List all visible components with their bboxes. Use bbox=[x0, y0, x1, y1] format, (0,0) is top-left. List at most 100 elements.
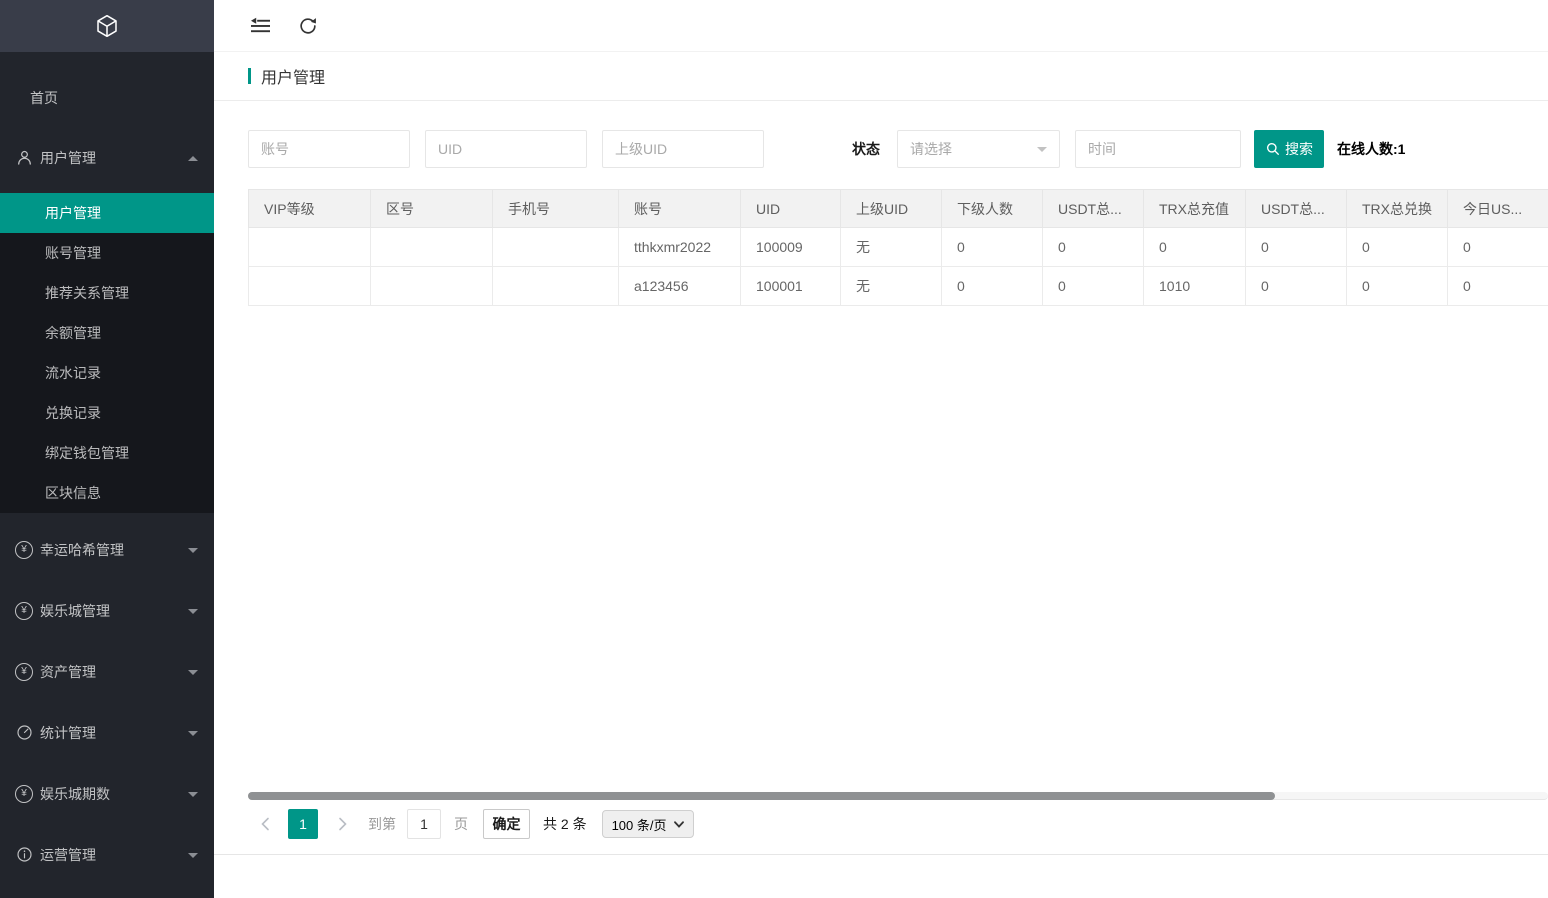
topbar bbox=[214, 0, 1548, 52]
time-input[interactable] bbox=[1075, 130, 1241, 168]
horizontal-scrollbar bbox=[248, 792, 1548, 800]
submenu-item-user-management[interactable]: 用户管理 bbox=[0, 193, 214, 233]
account-input[interactable] bbox=[248, 130, 410, 168]
sidebar-item-operations-management[interactable]: 运营管理 bbox=[0, 832, 214, 877]
cell-uid: 100001 bbox=[741, 267, 841, 306]
cell-account: a123456 bbox=[619, 267, 741, 306]
cell-account: tthkxmr2022 bbox=[619, 228, 741, 267]
total-count-label: 共 2 条 bbox=[543, 814, 587, 834]
cell: 1010 bbox=[1144, 267, 1246, 306]
cell bbox=[371, 228, 493, 267]
col-uid: UID bbox=[741, 190, 841, 228]
submenu-item-label: 流水记录 bbox=[45, 363, 101, 383]
users-table: VIP等级 区号 手机号 账号 UID 上级UID 下级人数 USDT总... … bbox=[248, 189, 1548, 306]
caret-down-icon bbox=[188, 548, 198, 558]
page-unit-label: 页 bbox=[454, 814, 468, 834]
submenu-item-referral-management[interactable]: 推荐关系管理 bbox=[0, 273, 214, 313]
page-title: 用户管理 bbox=[261, 64, 325, 88]
sidebar-item-casino-management[interactable]: ¥ 娱乐城管理 bbox=[0, 588, 214, 633]
sidebar-item-statistics-management[interactable]: 统计管理 bbox=[0, 710, 214, 755]
gauge-icon bbox=[15, 724, 33, 742]
sidebar-item-home[interactable]: 首页 bbox=[0, 75, 214, 120]
cell bbox=[249, 228, 371, 267]
caret-up-icon bbox=[188, 151, 198, 161]
collapse-sidebar-icon[interactable] bbox=[248, 14, 272, 38]
col-subordinates: 下级人数 bbox=[942, 190, 1043, 228]
submenu-item-block-info[interactable]: 区块信息 bbox=[0, 473, 214, 513]
horizontal-scrollbar-thumb[interactable] bbox=[248, 792, 1275, 800]
col-usdt-total-1: USDT总... bbox=[1043, 190, 1144, 228]
cell-parent-uid: 无 bbox=[841, 267, 942, 306]
current-page-button[interactable]: 1 bbox=[288, 809, 318, 839]
page-size-value: 100 条/页 bbox=[612, 815, 667, 834]
cell: 0 bbox=[1448, 267, 1548, 306]
cell: 0 bbox=[1144, 228, 1246, 267]
parent-uid-input[interactable] bbox=[602, 130, 764, 168]
search-button[interactable]: 搜索 bbox=[1254, 130, 1324, 168]
status-select-value: 请选择 bbox=[910, 139, 952, 159]
users-table-wrap: VIP等级 区号 手机号 账号 UID 上级UID 下级人数 USDT总... … bbox=[248, 189, 1548, 306]
chevron-down-icon bbox=[674, 821, 684, 828]
caret-down-icon bbox=[188, 731, 198, 741]
submenu-item-balance-management[interactable]: 余额管理 bbox=[0, 313, 214, 353]
table-header-row: VIP等级 区号 手机号 账号 UID 上级UID 下级人数 USDT总... … bbox=[249, 190, 1548, 228]
status-label: 状态 bbox=[852, 139, 880, 159]
next-page-button[interactable] bbox=[336, 817, 350, 831]
cell: 0 bbox=[1246, 228, 1347, 267]
cell: 0 bbox=[1043, 228, 1144, 267]
caret-down-icon bbox=[188, 609, 198, 619]
page-size-select[interactable]: 100 条/页 bbox=[602, 810, 694, 838]
yen-circle-icon: ¥ bbox=[15, 541, 33, 559]
cell: 0 bbox=[942, 228, 1043, 267]
sidebar: 首页 用户管理 用户管理 账号管理 推荐关系管理 余额管理 流水记录 兑换记录 bbox=[0, 0, 214, 898]
col-parent-uid: 上级UID bbox=[841, 190, 942, 228]
cell bbox=[493, 267, 619, 306]
col-phone: 手机号 bbox=[493, 190, 619, 228]
search-button-label: 搜索 bbox=[1285, 139, 1313, 159]
submenu-item-account-management[interactable]: 账号管理 bbox=[0, 233, 214, 273]
content-bottom-divider bbox=[214, 854, 1548, 855]
submenu-item-wallet-binding[interactable]: 绑定钱包管理 bbox=[0, 433, 214, 473]
table-row: a123456 100001 无 0 0 1010 0 0 0 bbox=[249, 267, 1548, 306]
col-trx-total-recharge: TRX总充值 bbox=[1144, 190, 1246, 228]
yen-circle-icon: ¥ bbox=[15, 663, 33, 681]
table-empty-space bbox=[248, 306, 1548, 792]
status-select[interactable]: 请选择 bbox=[897, 130, 1060, 168]
sidebar-item-label: 首页 bbox=[30, 88, 58, 108]
refresh-icon[interactable] bbox=[296, 14, 320, 38]
col-account: 账号 bbox=[619, 190, 741, 228]
submenu-item-exchange-records[interactable]: 兑换记录 bbox=[0, 393, 214, 433]
magnifier-icon bbox=[1265, 141, 1281, 157]
cell: 0 bbox=[1347, 267, 1448, 306]
pagination: 1 到第 页 确定 共 2 条 100 条/页 bbox=[248, 809, 1548, 839]
sidebar-collapsed-menus: ¥ 幸运哈希管理 ¥ 娱乐城管理 ¥ 资产管理 统计管理 ¥ bbox=[0, 527, 214, 877]
goto-page-input[interactable] bbox=[407, 809, 441, 839]
prev-page-button[interactable] bbox=[258, 817, 272, 831]
col-area-code: 区号 bbox=[371, 190, 493, 228]
app-logo[interactable] bbox=[0, 0, 214, 52]
content: 状态 请选择 搜索 在线人数:1 bbox=[214, 130, 1548, 855]
submenu-item-label: 兑换记录 bbox=[45, 403, 101, 423]
main-area: 用户管理 状态 请选择 搜索 在线人数:1 bbox=[214, 0, 1548, 898]
col-today-usdt: 今日US... bbox=[1448, 190, 1548, 228]
col-vip-level: VIP等级 bbox=[249, 190, 371, 228]
cell: 0 bbox=[1043, 267, 1144, 306]
submenu-item-label: 用户管理 bbox=[45, 203, 101, 223]
user-management-submenu: 用户管理 账号管理 推荐关系管理 余额管理 流水记录 兑换记录 绑定钱包管理 区… bbox=[0, 193, 214, 513]
col-trx-total-exchange: TRX总兑换 bbox=[1347, 190, 1448, 228]
submenu-item-label: 账号管理 bbox=[45, 243, 101, 263]
sidebar-item-label: 用户管理 bbox=[40, 148, 96, 168]
sidebar-item-lucky-hash[interactable]: ¥ 幸运哈希管理 bbox=[0, 527, 214, 572]
sidebar-item-user-management[interactable]: 用户管理 bbox=[0, 135, 214, 180]
confirm-page-button[interactable]: 确定 bbox=[483, 809, 530, 839]
submenu-item-flow-records[interactable]: 流水记录 bbox=[0, 353, 214, 393]
col-usdt-total-2: USDT总... bbox=[1246, 190, 1347, 228]
cell bbox=[493, 228, 619, 267]
cell: 0 bbox=[1246, 267, 1347, 306]
sidebar-item-casino-periods[interactable]: ¥ 娱乐城期数 bbox=[0, 771, 214, 816]
sidebar-item-asset-management[interactable]: ¥ 资产管理 bbox=[0, 649, 214, 694]
filter-bar: 状态 请选择 搜索 在线人数:1 bbox=[248, 130, 1548, 168]
uid-input[interactable] bbox=[425, 130, 587, 168]
caret-down-icon bbox=[188, 670, 198, 680]
goto-label: 到第 bbox=[368, 814, 396, 834]
